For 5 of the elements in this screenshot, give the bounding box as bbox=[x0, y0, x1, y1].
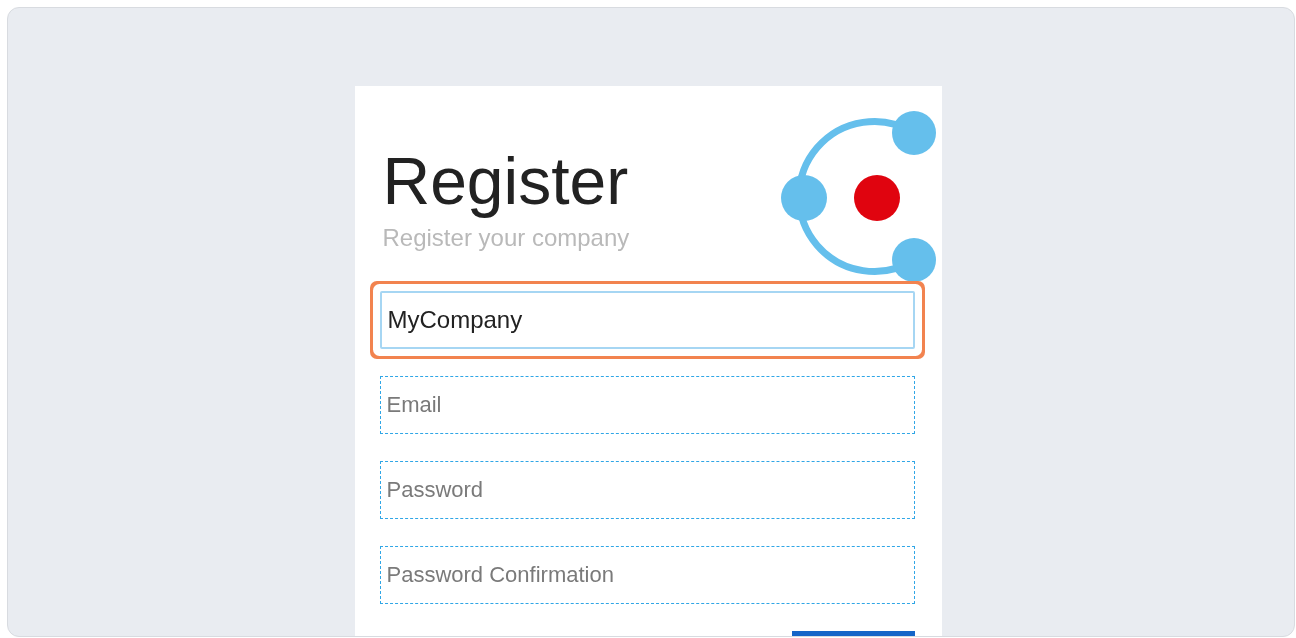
input-field[interactable]: Email bbox=[379, 376, 915, 434]
input-field[interactable]: Password bbox=[379, 461, 915, 519]
input-field[interactable]: MyCompany bbox=[379, 291, 915, 349]
page-subtitle: Register your company bbox=[382, 224, 630, 252]
input-field[interactable]: Password Confirmation bbox=[379, 546, 915, 604]
